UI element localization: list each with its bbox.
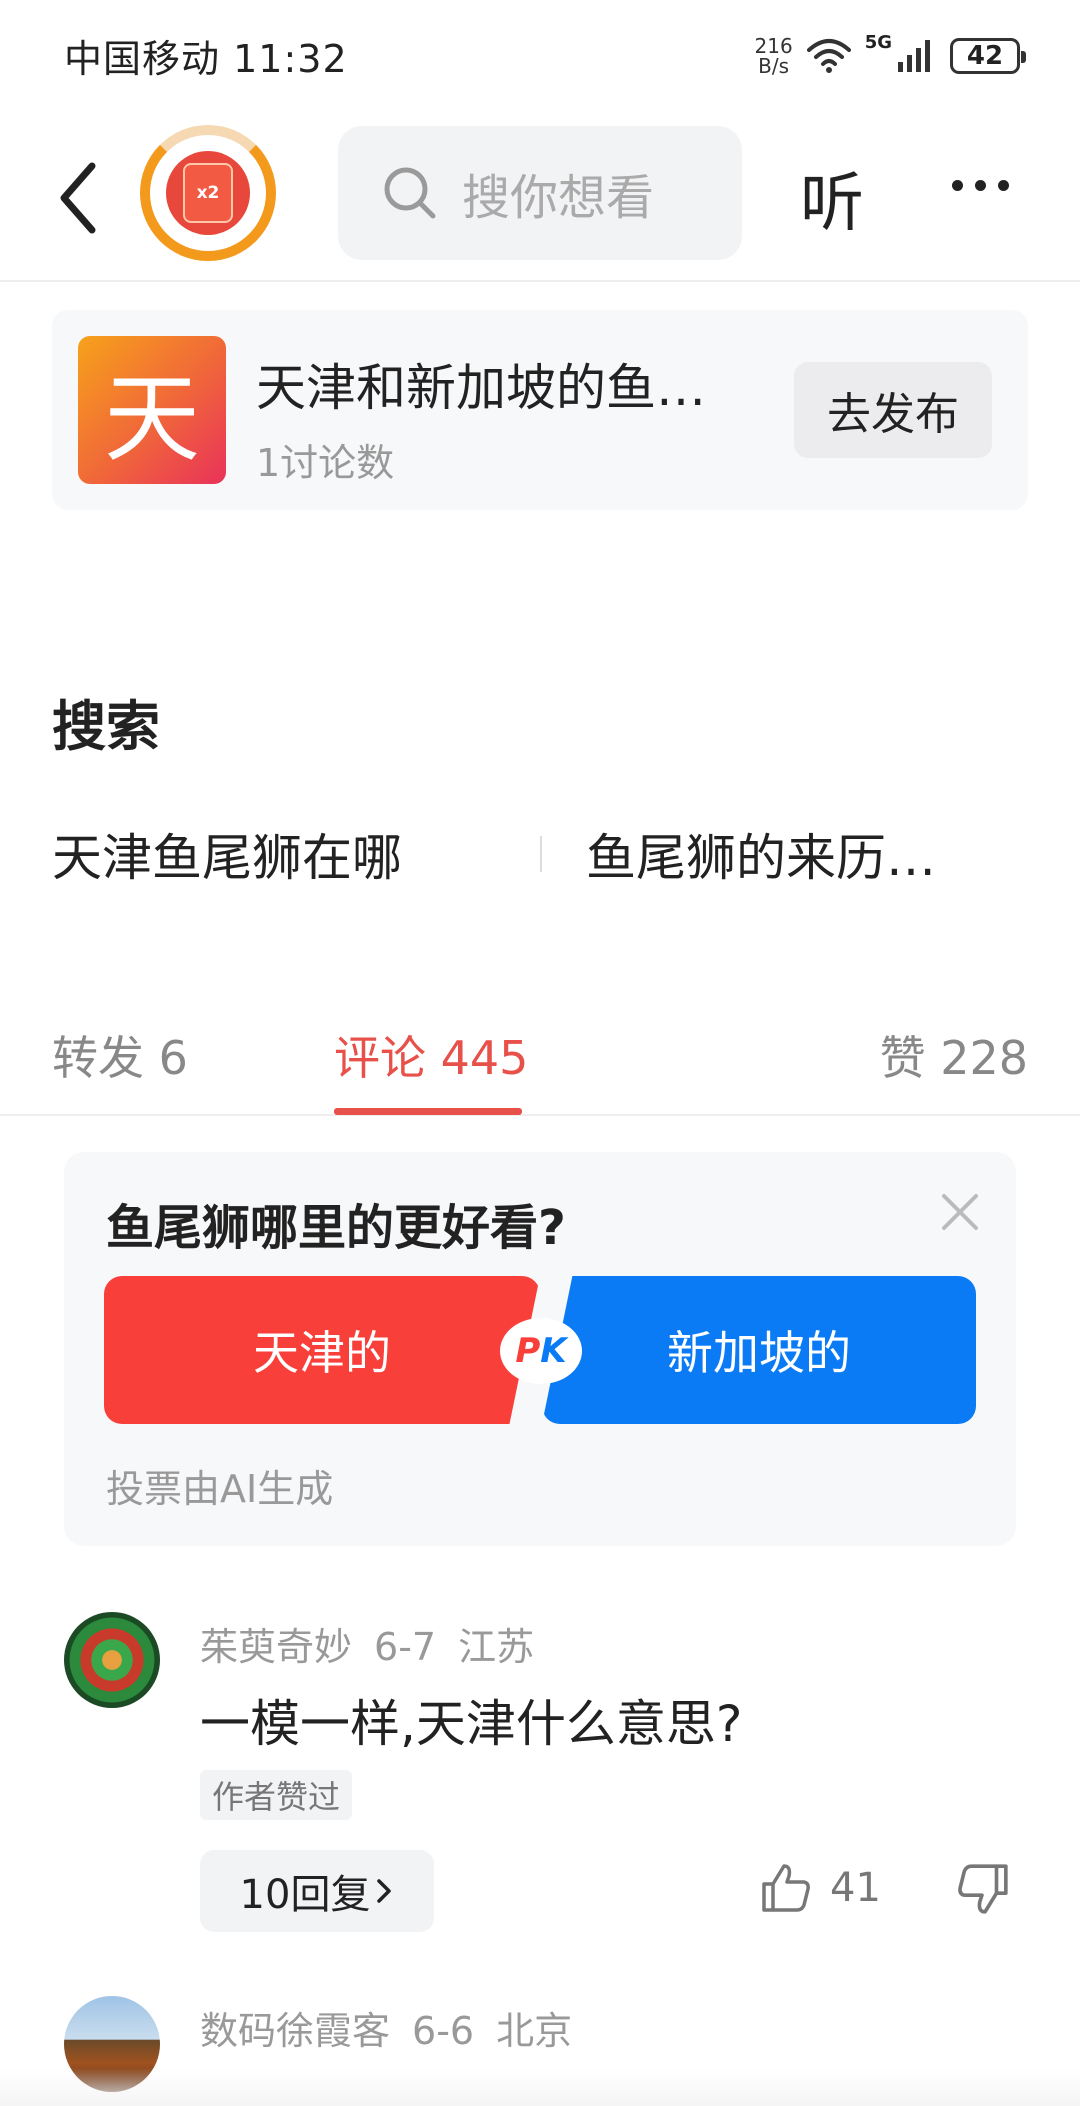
pk-letter-p: P (515, 1331, 541, 1371)
clock-time: 11:32 (233, 37, 348, 81)
topic-thumbnail: 天 (78, 336, 226, 484)
more-dot (952, 180, 963, 191)
more-dot (998, 180, 1009, 191)
comment-date: 6-6 (412, 2009, 475, 2053)
vote-option-tianjin-button[interactable]: 天津的 (104, 1276, 540, 1424)
thumbs-up-icon (762, 1864, 810, 1912)
topic-discussion-count: 1讨论数 (256, 441, 395, 485)
search-suggestion-2[interactable]: 鱼尾狮的来历… (586, 818, 936, 890)
red-packet-multiplier: x2 (183, 163, 233, 223)
comment-username[interactable]: 茱萸奇妙 (200, 1625, 352, 1669)
tab-reposts[interactable]: 转发 6 (52, 1022, 188, 1088)
tab-comments[interactable]: 评论 445 (334, 1022, 528, 1088)
comment-meta: 数码徐霞客 6-6 北京 (200, 2000, 594, 2055)
author-liked-badge: 作者赞过 (200, 1770, 353, 1820)
comment-text[interactable]: 一模一样,天津什么意思? (200, 1684, 742, 1756)
status-carrier-time: 中国移动 11:32 (64, 28, 348, 83)
net-speed-value: 216 (754, 34, 793, 58)
vote-card: 鱼尾狮哪里的更好看? 天津的 新加坡的 PK 投票由AI生成 (64, 1152, 1016, 1546)
active-tab-indicator (334, 1108, 522, 1115)
pk-letter-k: K (540, 1331, 567, 1371)
comment-date: 6-7 (374, 1625, 437, 1669)
net-speed-unit: B/s (758, 54, 790, 78)
view-replies-button[interactable]: 10回复 (200, 1850, 434, 1932)
vote-question: 鱼尾狮哪里的更好看? (106, 1200, 566, 1256)
search-placeholder: 搜你想看 (462, 170, 655, 226)
like-count: 41 (830, 1865, 881, 1911)
network-speed: 216 B/s (755, 36, 793, 76)
network-type-label: 5G (864, 32, 892, 53)
interaction-tabs: 转发 6 评论 445 赞 228 (0, 1000, 1080, 1116)
comment-username[interactable]: 数码徐霞客 (200, 2009, 390, 2053)
publish-button[interactable]: 去发布 (794, 362, 992, 458)
chevron-right-icon (377, 1879, 392, 1903)
comment-location: 江苏 (458, 1625, 535, 1669)
battery-indicator: 42 (950, 38, 1026, 74)
like-button[interactable]: 41 (760, 1862, 881, 1914)
search-icon (384, 167, 436, 219)
search-suggestion-divider (540, 836, 542, 872)
search-input[interactable]: 搜你想看 (338, 126, 742, 260)
topic-title[interactable]: 天津和新加坡的鱼… (256, 348, 796, 420)
listen-button[interactable]: 听 (800, 152, 864, 244)
search-suggestion-1[interactable]: 天津鱼尾狮在哪 (52, 818, 402, 890)
status-bar: 中国移动 11:32 216 B/s 5G 42 (0, 0, 1080, 110)
wifi-icon (806, 39, 851, 73)
vote-option-singapore-button[interactable]: 新加坡的 (542, 1276, 976, 1424)
vote-ai-note: 投票由AI生成 (106, 1467, 334, 1511)
status-indicators: 216 B/s 5G 42 (755, 26, 1026, 86)
search-section-title: 搜索 (52, 695, 160, 758)
red-packet-icon: x2 (166, 151, 250, 235)
thumbs-down-icon[interactable] (956, 1862, 1010, 1916)
pk-badge: PK (500, 1318, 582, 1384)
tab-likes[interactable]: 赞 228 (880, 1022, 1028, 1088)
carrier-name: 中国移动 (64, 37, 221, 81)
topic-card[interactable]: 天 天津和新加坡的鱼… 1讨论数 去发布 (52, 310, 1028, 510)
top-nav-bar: x2 搜你想看 听 (0, 110, 1080, 282)
bottom-fade (0, 2068, 1080, 2106)
comment-location: 北京 (496, 2009, 573, 2053)
back-icon[interactable] (50, 158, 110, 238)
red-packet-button[interactable]: x2 (140, 125, 276, 261)
replies-count-label: 10回复 (239, 1872, 371, 1918)
more-options-icon[interactable] (952, 180, 1009, 191)
signal-icon (898, 40, 930, 72)
more-dot (975, 180, 986, 191)
close-icon[interactable] (938, 1190, 982, 1234)
avatar[interactable] (64, 1612, 160, 1708)
comment-meta: 茱萸奇妙 6-7 江苏 (200, 1616, 556, 1671)
